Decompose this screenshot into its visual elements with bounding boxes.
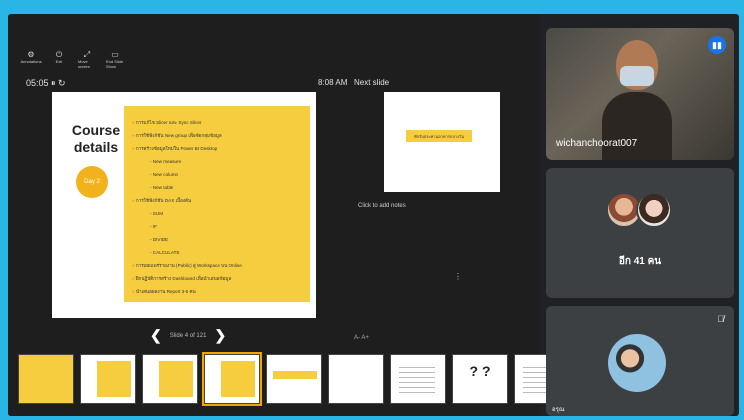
bullet-item: การสร้างข้อมูลใหม่ใน Power BI Desktop [132,142,304,155]
bullet-item: - CALCULATE [150,250,180,255]
slide-content-panel: การแก้ไข Slicer และ Sync Slicerการใช้ฟัง… [124,106,310,302]
slide-counter[interactable]: Slide 4 of 121 [170,333,207,339]
avatar [636,192,672,228]
swap-icon: ⤢ [83,50,91,59]
bullet-item: - New column [150,172,179,177]
participant-tile-others[interactable]: อีก 41 คน [546,168,734,298]
slide-thumbnail[interactable] [80,354,136,404]
bullet-item: นำเสนอผลงาน Report 3-5 คน [132,285,304,298]
slide-navigation: ❮ Slide 4 of 121 ❯ [150,327,226,344]
participant-name: อรุณ [552,407,565,413]
slide-thumbnail[interactable] [202,352,262,406]
exit-button[interactable]: ⏻ Exit [50,50,68,69]
clock: 8:08 AM [318,78,348,87]
slide-thumbnail[interactable] [142,354,198,404]
mic-off-icon: 🎙̸ [717,314,724,324]
participant-tile-main[interactable]: ▮▮ wichanchoorat007 [546,28,734,160]
move-screen-button[interactable]: ⤢ Move screen [78,50,96,69]
presenter-toolbar: ⚙ Annotations ⏻ Exit ⤢ Move screen ▭ End Sli… [20,50,124,69]
bullet-item: ฝึกปฏิบัติการสร้าง Dashboard เพื่อนำเสนอ… [132,272,304,285]
slide-thumbnail[interactable] [328,354,384,404]
bullet-item: - New measure [150,159,182,164]
bullet-item: - DIVIDE [150,237,169,242]
bullet-list: การแก้ไข Slicer และ Sync Slicerการใช้ฟัง… [124,106,310,298]
avatar [608,334,666,392]
others-count: อีก 41 คน [618,256,662,267]
font-size-controls[interactable]: A- A+ [354,335,369,341]
end-show-icon: ▭ [111,50,119,59]
annotations-button[interactable]: ⚙ Annotations [20,50,41,69]
next-slide-chip: พักรับประทานอาหารกลางวัน [406,130,472,142]
previous-slide-icon[interactable]: ❮ [150,327,162,344]
speaker-notes[interactable]: Click to add notes [358,203,406,209]
more-options-icon[interactable]: ⋮ [454,272,462,281]
bullet-item: - New table [150,185,174,190]
day-badge: Day 2 [76,166,108,198]
slide-thumbnail[interactable] [266,354,322,404]
presentation-timer[interactable]: 05:05 ⏸ ↻ [26,78,66,89]
participant-name: wichanchoorat007 [556,138,638,149]
others-avatars [606,192,672,228]
bullet-item: การแก้ไข Slicer และ Sync Slicer [132,116,304,129]
exit-icon: ⏻ [55,50,63,59]
slide-thumbnail[interactable] [390,354,446,404]
bullet-item: การเผยแพร่รายงาน (Public) สู่ Workspace … [132,259,304,272]
speaking-indicator-icon: ▮▮ [708,36,726,54]
end-show-button[interactable]: ▭ End Slide Show [106,50,124,69]
bullet-item: - SUM [150,211,164,216]
bullet-item: - IF [150,224,157,229]
slide-filmstrip: ? ? [18,352,570,406]
slide-thumbnail[interactable]: ? ? [452,354,508,404]
presenter-view: ⚙ Annotations ⏻ Exit ⤢ Move screen ▭ End Sli… [8,14,570,416]
gear-icon: ⚙ [27,50,35,59]
next-slide-icon[interactable]: ❯ [214,327,226,344]
slide-thumbnail[interactable] [18,354,74,404]
next-slide-label: Next slide [354,78,390,87]
participant-tile-third[interactable]: 🎙̸ อรุณ [546,306,734,416]
slide-title: Course details [71,122,121,155]
meeting-window: ⚙ Annotations ⏻ Exit ⤢ Move screen ▭ End Sli… [8,14,739,416]
bullet-item: การใช้ฟังก์ชัน New group เพื่อจัดกลุ่มข้… [132,129,304,142]
current-slide: Course details Day 2 การแก้ไข Slicer และ… [52,92,316,318]
next-slide-preview[interactable]: พักรับประทานอาหารกลางวัน [384,92,500,192]
bullet-item: การใช้ฟังก์ชัน DAX เบื้องต้น [132,194,304,207]
